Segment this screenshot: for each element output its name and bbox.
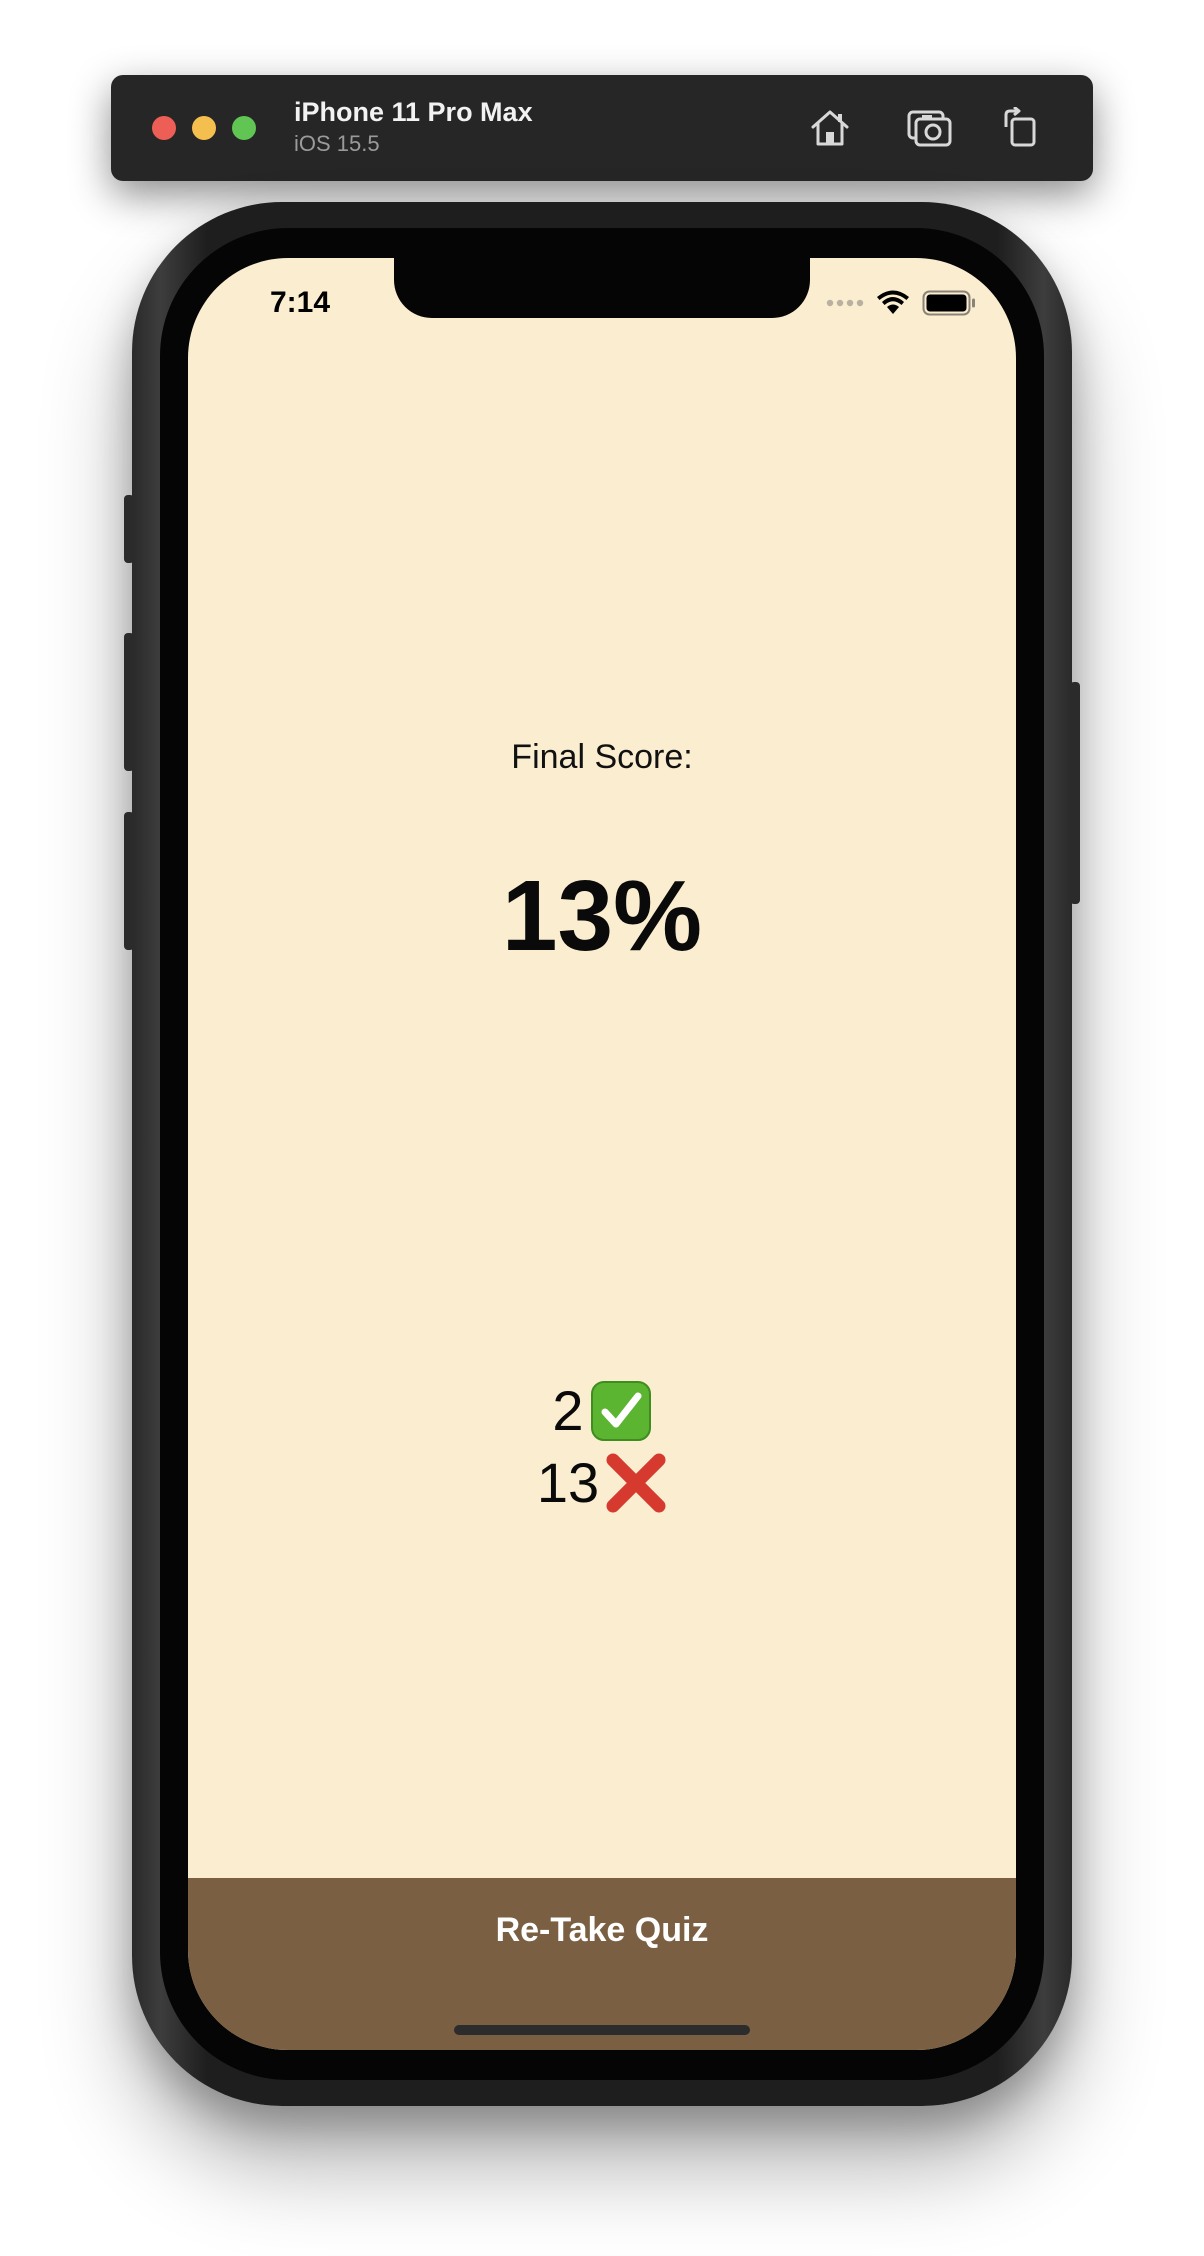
home-indicator[interactable] (454, 2025, 750, 2035)
home-icon (811, 110, 849, 146)
status-icons (826, 290, 976, 316)
close-window-button[interactable] (152, 116, 176, 140)
device-name: iPhone 11 Pro Max (294, 97, 533, 127)
final-score-value: 13% (501, 860, 703, 972)
wrong-count: 13 (536, 1451, 600, 1514)
os-version: iOS 15.5 (294, 131, 380, 156)
cross-mark-icon (605, 1452, 667, 1514)
rotate-button[interactable] (992, 100, 1048, 156)
battery-icon (922, 290, 975, 316)
retake-quiz-button[interactable]: Re-Take Quiz (188, 1878, 1016, 1982)
volume-up-button (124, 633, 134, 771)
check-mark-icon (590, 1380, 652, 1442)
simulator-window: iPhone 11 Pro Max iOS 15.5 7:14 Final Sc… (0, 0, 1204, 2256)
zoom-window-button[interactable] (232, 116, 256, 140)
side-power-button (1070, 682, 1080, 904)
rotate-icon (1004, 107, 1036, 147)
final-score-label: Final Score: (511, 738, 693, 776)
cellular-signal-icon (826, 299, 864, 307)
volume-down-button (124, 812, 134, 950)
app-screen: 7:14 Final Score: 13% 2 13 Re-Take Quiz (188, 258, 1016, 2050)
wrong-tally: 13 (188, 1452, 1016, 1514)
status-time: 7:14 (270, 286, 331, 319)
correct-tally: 2 (188, 1380, 1016, 1442)
home-button[interactable] (802, 100, 858, 156)
camera-notch (394, 258, 810, 318)
mute-switch (124, 495, 134, 563)
correct-count: 2 (552, 1379, 584, 1442)
minimize-window-button[interactable] (192, 116, 216, 140)
wifi-icon (877, 290, 909, 314)
camera-icon (907, 110, 952, 147)
screenshot-button[interactable] (902, 100, 958, 156)
